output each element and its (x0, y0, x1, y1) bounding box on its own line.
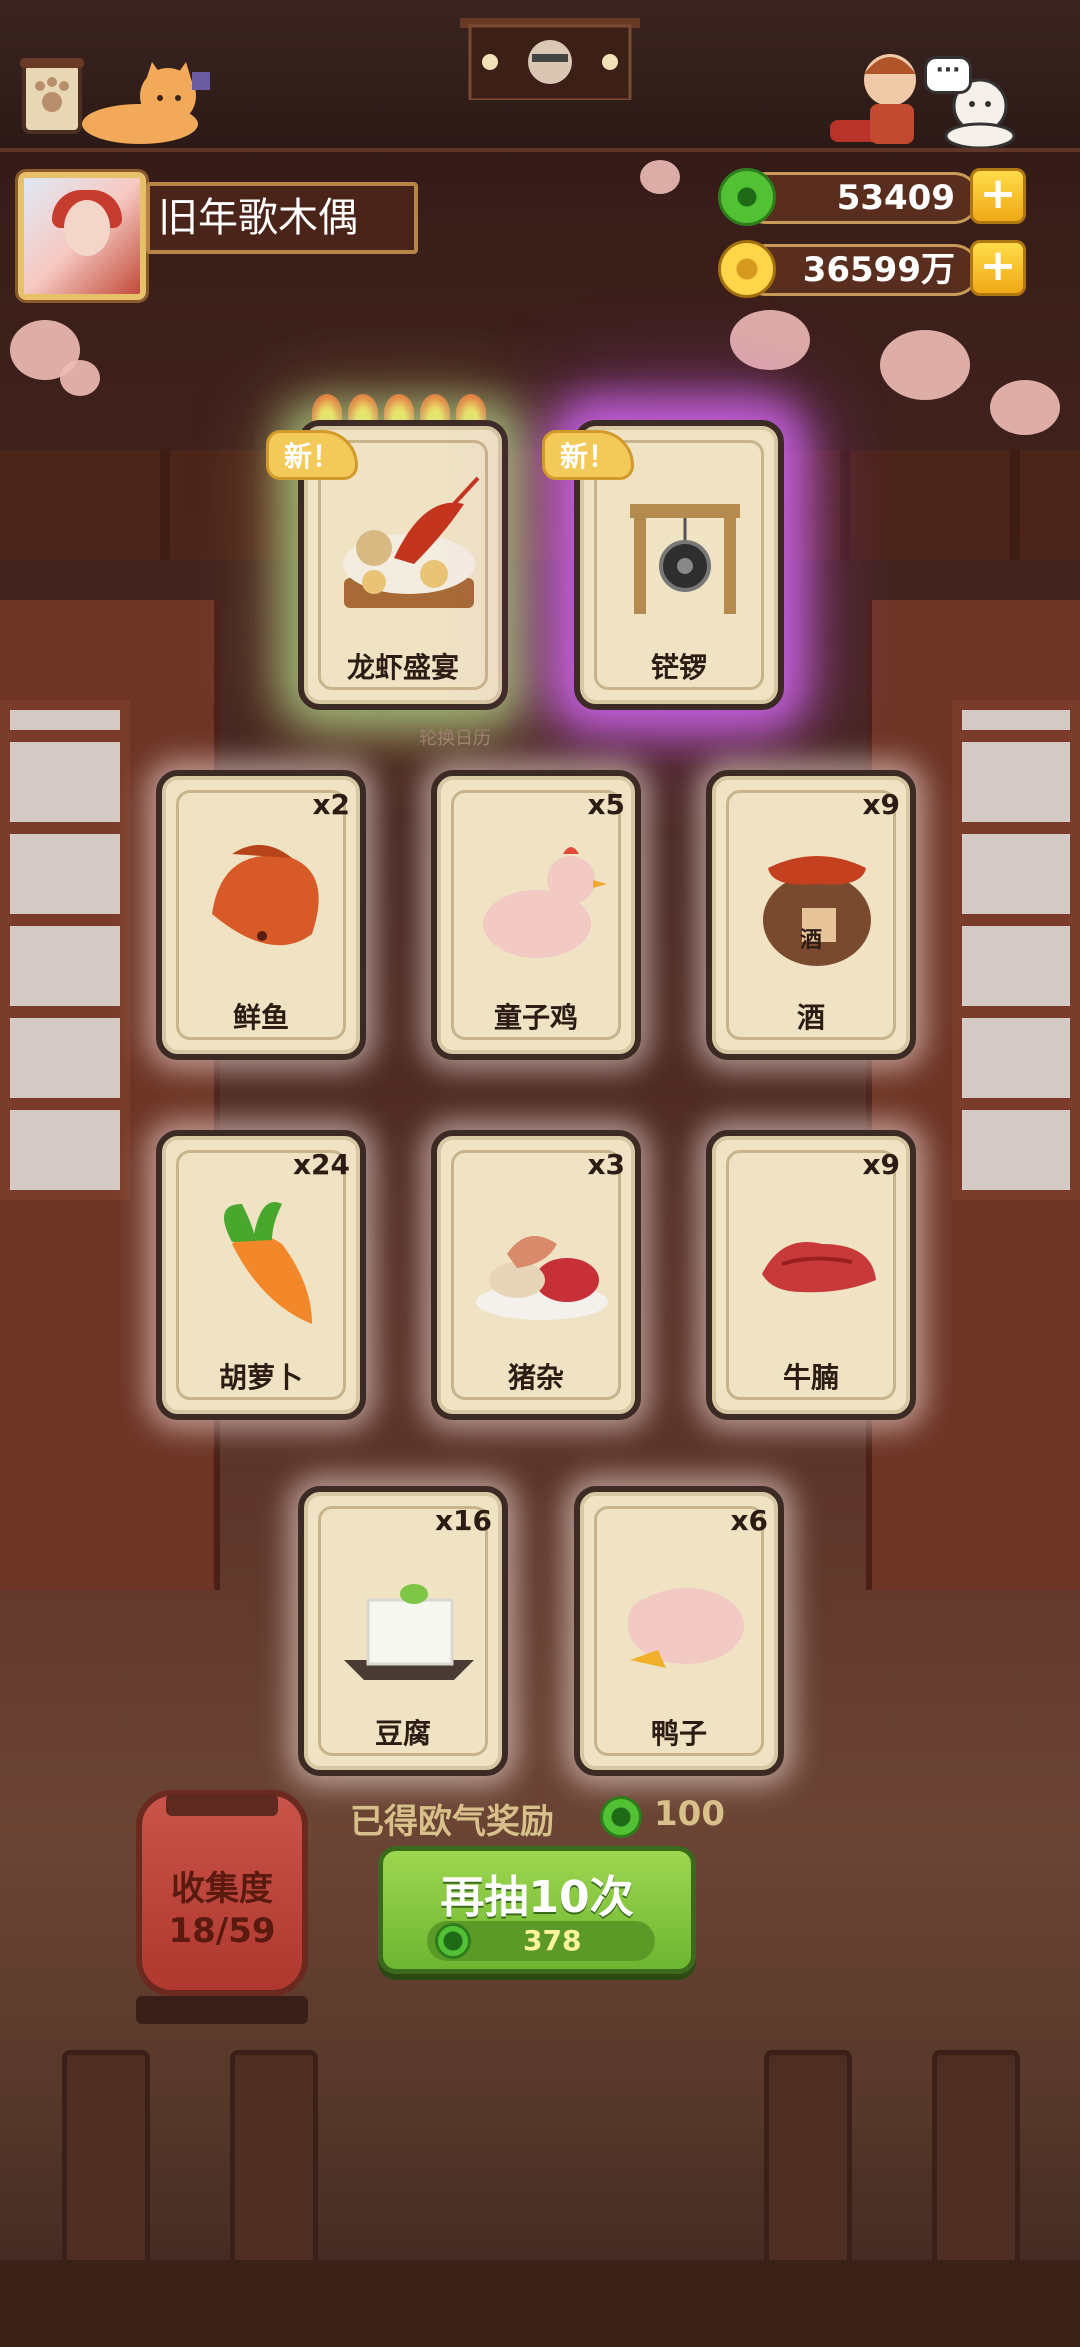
card-label: 牛腩 (782, 1361, 839, 1394)
add-coin-button[interactable]: + (970, 240, 1026, 296)
reward-card-pork-offal[interactable]: x3 猪杂 (431, 1130, 641, 1420)
blossom-decoration (990, 380, 1060, 435)
coin-balance: 36599万 (740, 244, 980, 296)
blossom-decoration (880, 330, 970, 400)
reward-label: 已得欧气奖励 (350, 1802, 554, 1842)
jade-balance: 53409 (740, 172, 980, 224)
reward-card-beef-brisket[interactable]: x9 牛腩 (706, 1130, 916, 1420)
reward-card-tofu[interactable]: x16 豆腐 (298, 1486, 508, 1776)
card-count: x24 (292, 1148, 350, 1181)
avatar-face (64, 200, 110, 256)
player-name: 旧年歌木偶 (146, 182, 418, 254)
player-avatar[interactable] (18, 172, 146, 300)
jade-icon (718, 168, 776, 226)
lobster-feast-icon (343, 476, 480, 608)
reward-card-duck[interactable]: x6 鸭子 (574, 1486, 784, 1776)
left-lattice-window (0, 700, 130, 1200)
chicken-icon (483, 847, 607, 958)
jade-icon (435, 1923, 471, 1959)
jade-icon (600, 1796, 642, 1838)
right-lattice-window (952, 700, 1080, 1200)
lantern-cap (166, 1794, 278, 1816)
reward-card-wine[interactable]: x9 酒 酒 (706, 770, 916, 1060)
collection-label: 收集度 (171, 1869, 273, 1909)
reward-amount: 100 (654, 1794, 725, 1834)
reward-card-fish[interactable]: x2 鲜鱼 (156, 770, 366, 1060)
new-badge: 新！ (266, 430, 358, 480)
reward-card-carrot[interactable]: x24 胡萝卜 (156, 1130, 366, 1420)
collection-text: 收集度 18/59 (136, 1868, 308, 1952)
card-count: x6 (730, 1504, 768, 1537)
card-label: 铓锣 (650, 651, 707, 684)
fish-icon (212, 844, 319, 946)
gong-icon (630, 504, 740, 614)
reward-card-chicken[interactable]: x5 童子鸡 (431, 770, 641, 1060)
rotation-calendar-label[interactable]: 轮换日历 (380, 724, 530, 750)
blossom-decoration (640, 160, 680, 194)
lantern-stand (136, 1996, 308, 2024)
draw-cost: 378 (523, 1924, 582, 1957)
draw-again-button[interactable]: 再抽10次 378 (378, 1846, 696, 1974)
card-label: 鸭子 (650, 1717, 707, 1750)
card-label: 鲜鱼 (232, 1001, 289, 1034)
chat-bubble-icon[interactable]: ··· (924, 56, 972, 94)
tofu-icon (344, 1584, 474, 1680)
beef-brisket-icon (762, 1242, 876, 1293)
paw-scroll-icon[interactable] (20, 52, 84, 136)
card-label: 豆腐 (374, 1717, 431, 1750)
blossom-decoration (730, 310, 810, 370)
card-count: x5 (587, 788, 625, 821)
duck-icon (628, 1588, 744, 1668)
card-count: x16 (434, 1504, 492, 1537)
card-label: 龙虾盛宴 (346, 651, 459, 684)
center-hanging-banner[interactable] (460, 18, 640, 100)
jar-glyph: 酒 (799, 928, 822, 953)
collection-progress: 18/59 (168, 1911, 276, 1951)
carrot-icon (224, 1202, 312, 1324)
add-jade-button[interactable]: + (970, 168, 1026, 224)
card-count: x2 (312, 788, 350, 821)
coin-icon (718, 240, 776, 298)
card-label: 猪杂 (507, 1361, 564, 1394)
floor (0, 2260, 1080, 2347)
draw-again-label: 再抽10次 (440, 1872, 634, 1923)
card-label: 酒 (796, 1001, 825, 1034)
card-count: x9 (862, 1148, 900, 1181)
orange-cat-icon (82, 62, 210, 144)
blossom-decoration (60, 360, 100, 396)
card-label: 胡萝卜 (218, 1361, 303, 1394)
pork-offal-icon (476, 1236, 608, 1320)
card-count: x9 (862, 788, 900, 821)
card-label: 童子鸡 (493, 1001, 578, 1034)
back-wall-panel (0, 450, 1080, 560)
new-badge: 新！ (542, 430, 634, 480)
card-count: x3 (587, 1148, 625, 1181)
